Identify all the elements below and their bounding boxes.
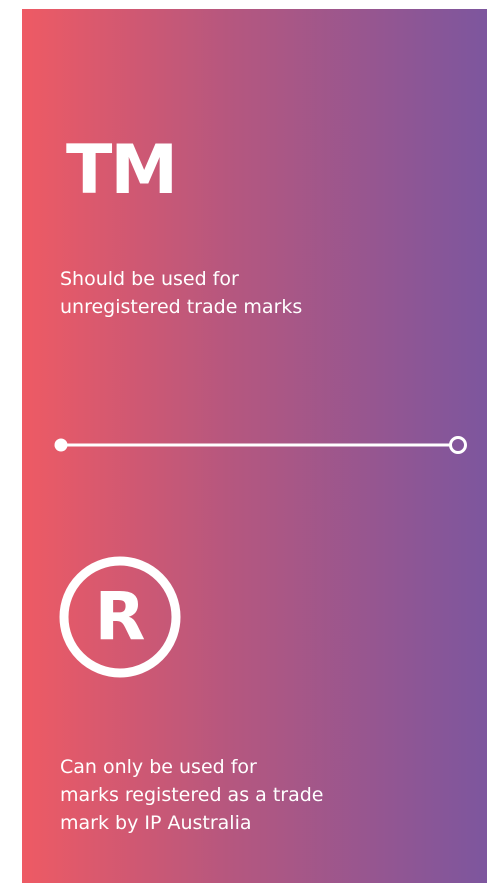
tm-description: Should be used for unregistered trade ma… xyxy=(60,265,302,321)
tm-description-line: unregistered trade marks xyxy=(60,296,303,318)
tm-description-line: Should be used for xyxy=(60,268,239,290)
trademark-info-card: TM Should be used for unregistered trade… xyxy=(22,9,487,883)
registered-description: Can only be used for marks registered as… xyxy=(60,753,323,837)
divider-line xyxy=(54,436,467,454)
registered-description-line: mark by IP Australia xyxy=(60,812,252,834)
registered-description-line: Can only be used for xyxy=(60,756,257,778)
filled-dot-icon xyxy=(54,438,68,452)
tm-symbol: TM xyxy=(66,131,178,210)
registered-trademark-icon: R xyxy=(59,556,181,678)
registered-description-line: marks registered as a trade xyxy=(60,784,324,806)
registered-letter: R xyxy=(95,578,146,655)
hollow-circle-icon xyxy=(449,436,467,454)
